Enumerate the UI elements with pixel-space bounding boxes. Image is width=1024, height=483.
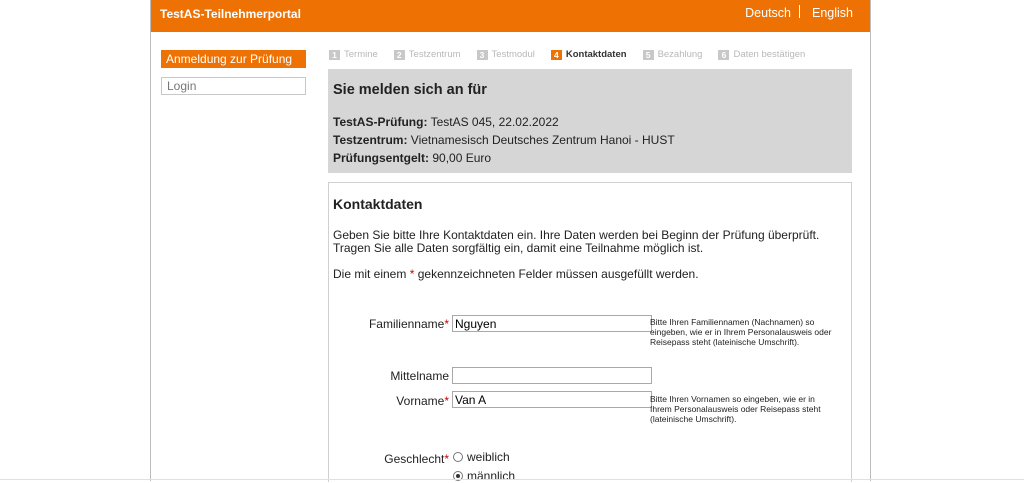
form-title: Kontaktdaten [333, 196, 423, 212]
top-bar: TestAS-Teilnehmerportal Deutsch English [151, 0, 870, 32]
middlename-label: Mittelname [390, 369, 449, 383]
language-german-link[interactable]: Deutsch [745, 6, 791, 20]
page-divider [0, 479, 1024, 480]
gender-option-female[interactable]: weiblich [453, 450, 510, 464]
registration-summary: Sie melden sich an für TestAS-Prüfung: T… [328, 69, 852, 173]
middlename-input[interactable] [452, 367, 652, 384]
step-kontaktdaten: 4 Kontaktdaten [550, 49, 627, 60]
firstname-label: Vorname* [396, 394, 449, 408]
step-testmodul: 3 Testmodul [476, 49, 535, 60]
step-testzentrum: 2 Testzentrum [393, 49, 461, 60]
required-note: Die mit einem * gekennzeichneten Felder … [333, 267, 699, 281]
lastname-label: Familienname* [368, 317, 449, 331]
sidebar-item-registration[interactable]: Anmeldung zur Prüfung [161, 50, 306, 68]
contact-form-panel: Kontaktdaten Geben Sie bitte Ihre Kontak… [328, 182, 852, 483]
page-frame: TestAS-Teilnehmerportal Deutsch English … [150, 0, 871, 483]
step-termine: 1 Termine [329, 49, 378, 60]
language-separator [799, 5, 800, 18]
language-english-link[interactable]: English [812, 6, 853, 20]
firstname-input[interactable] [452, 391, 652, 408]
step-bezahlung: 5 Bezahlung [642, 49, 702, 60]
form-intro: Geben Sie bitte Ihre Kontaktdaten ein. I… [333, 228, 820, 255]
summary-fee: Prüfungsentgelt: 90,00 Euro [333, 151, 492, 165]
summary-center: Testzentrum: Vietnamesisch Deutsches Zen… [333, 133, 675, 147]
gender-label: Geschlecht* [384, 452, 449, 466]
lastname-hint: Bitte Ihren Familiennamen (Nachnamen) so… [650, 317, 832, 347]
firstname-hint: Bitte Ihren Vornamen so eingeben, wie er… [650, 394, 821, 424]
summary-title: Sie melden sich an für [333, 82, 487, 98]
summary-exam: TestAS-Prüfung: TestAS 045, 22.02.2022 [333, 115, 559, 129]
step-daten-bestaetigen: 6 Daten bestätigen [718, 49, 805, 60]
portal-title: TestAS-Teilnehmerportal [160, 7, 301, 21]
progress-steps: 1 Termine 2 Testzentrum 3 Testmodul 4 Kontak… [329, 49, 821, 60]
radio-female[interactable] [453, 452, 463, 462]
lastname-input[interactable] [452, 315, 652, 332]
sidebar-item-login[interactable]: Login [161, 77, 306, 95]
